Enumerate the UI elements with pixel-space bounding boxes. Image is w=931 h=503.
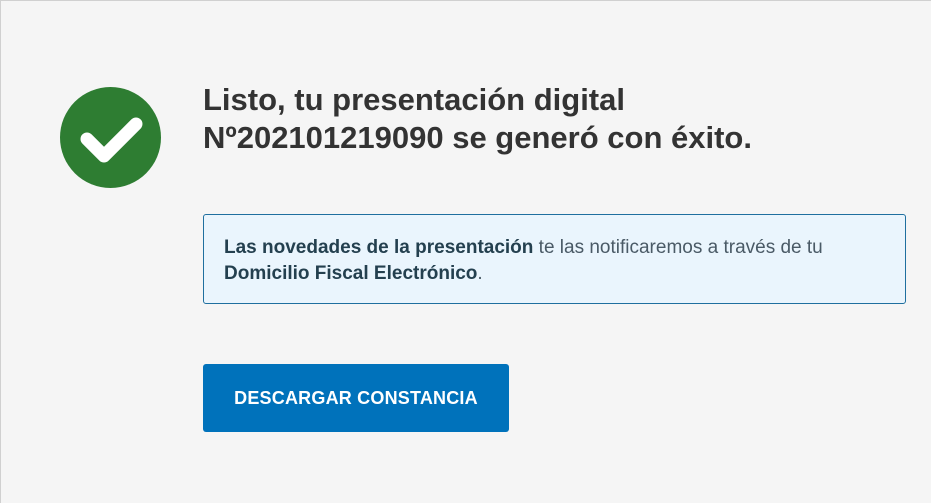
notice-period: .: [477, 263, 483, 284]
success-title: Listo, tu presentación digital Nº20210121…: [203, 81, 903, 157]
check-circle-icon: [60, 87, 161, 188]
notice-text: te las notificaremos a través de tu: [533, 237, 823, 258]
notification-info-box: Las novedades de la presentación te las …: [203, 214, 906, 304]
notice-bold-domicilio: Domicilio Fiscal Electrónico: [224, 263, 478, 284]
notice-bold-novedades: Las novedades de la presentación: [224, 237, 534, 258]
success-title-line-1: Listo, tu presentación digital: [203, 82, 625, 117]
success-title-line-2: Nº202101219090 se generó con éxito.: [203, 120, 752, 155]
success-panel: Listo, tu presentación digital Nº20210121…: [0, 0, 931, 503]
download-certificate-button[interactable]: DESCARGAR CONSTANCIA: [203, 364, 509, 432]
